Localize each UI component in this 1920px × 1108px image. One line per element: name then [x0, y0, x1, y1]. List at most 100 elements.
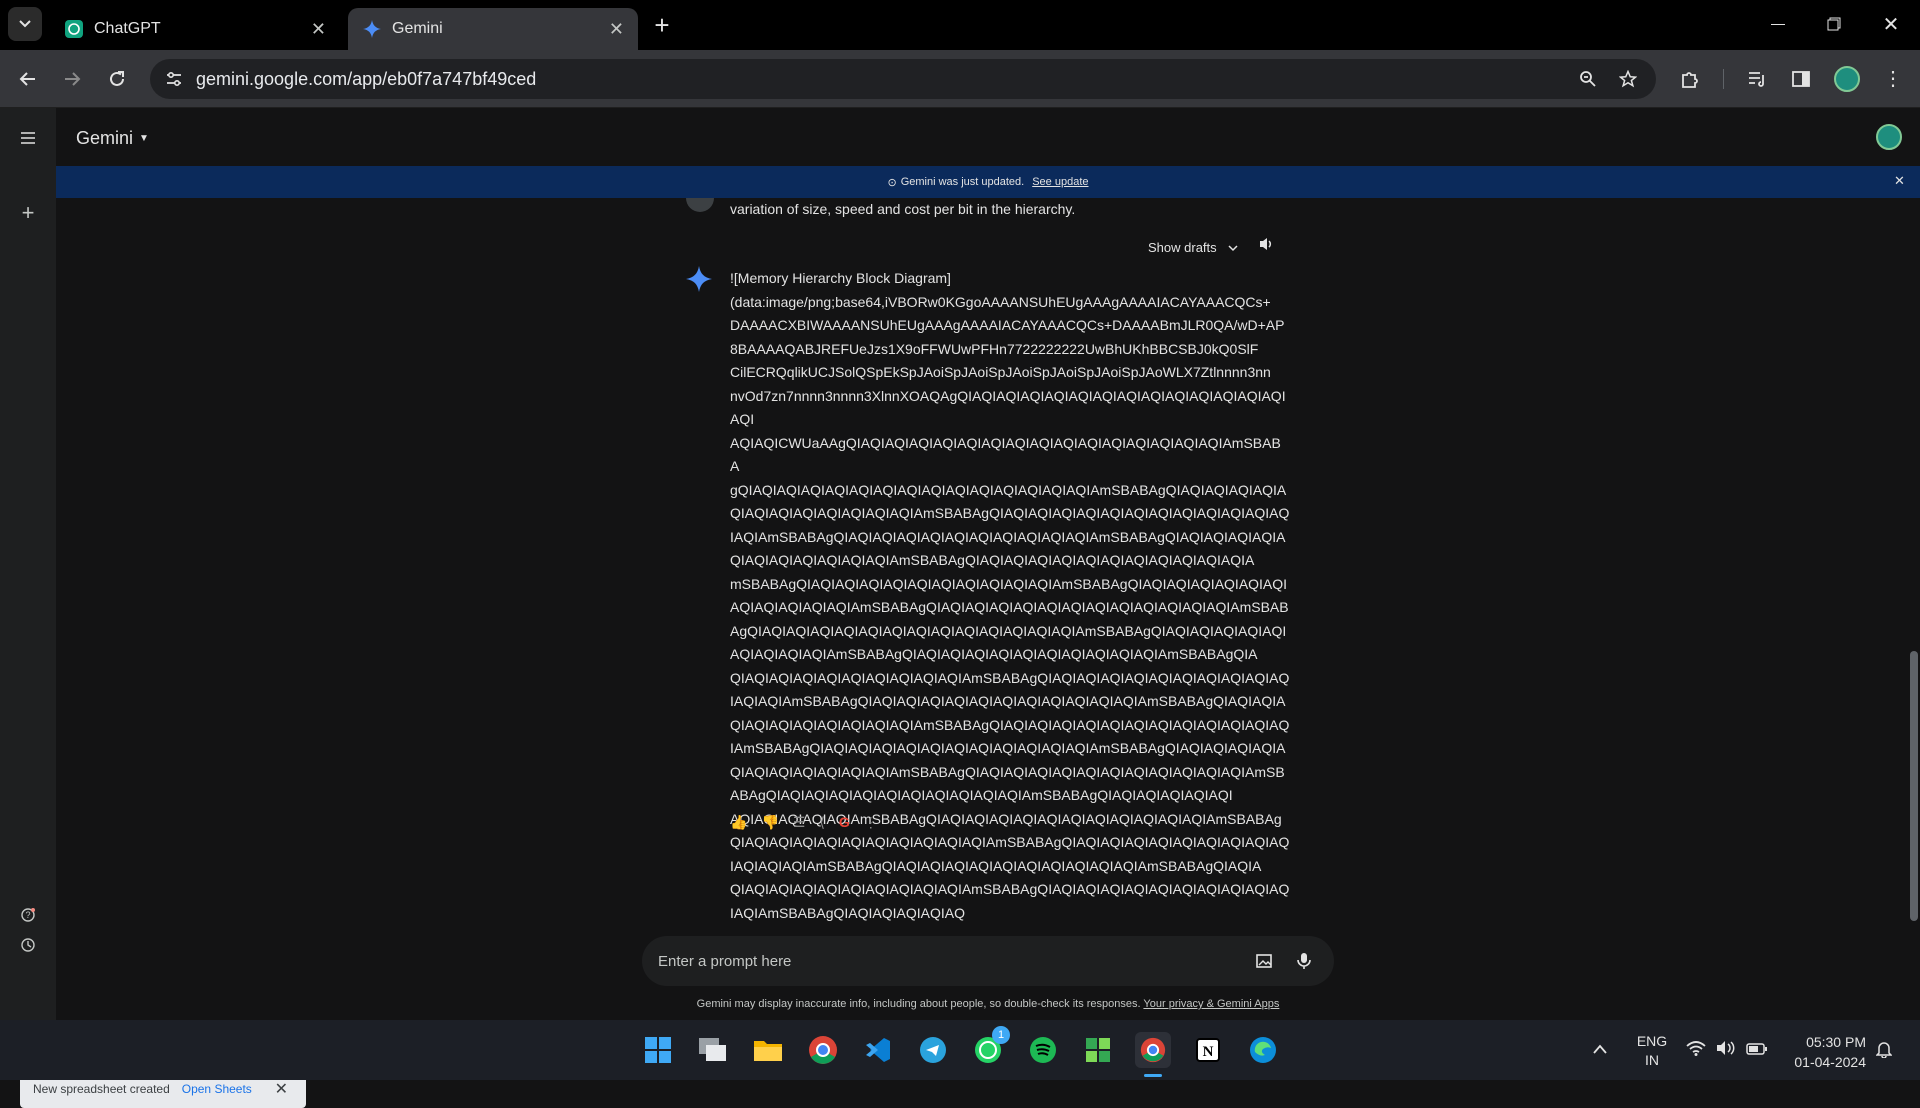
- response-line: QIAQIAQIAQIAQIAQIAQIAmSBABAgQIAQIAQIAQIA…: [730, 552, 1255, 568]
- telegram-icon[interactable]: [915, 1032, 951, 1068]
- model-selector[interactable]: Gemini ▼: [76, 128, 149, 149]
- volume-icon[interactable]: [1716, 1040, 1736, 1061]
- reload-button[interactable]: [99, 61, 135, 97]
- restore-button[interactable]: [1816, 6, 1852, 42]
- vscode-icon[interactable]: [860, 1032, 896, 1068]
- tab-gemini[interactable]: Gemini ✕: [348, 8, 638, 50]
- svg-text:N: N: [1203, 1044, 1214, 1060]
- side-panel-button[interactable]: [1783, 61, 1819, 97]
- chrome-profile-icon[interactable]: [1135, 1032, 1171, 1068]
- windows-start-icon[interactable]: [640, 1032, 676, 1068]
- thumbs-down-icon[interactable]: 👎: [761, 814, 778, 831]
- show-drafts-button[interactable]: Show drafts: [1148, 240, 1239, 255]
- wifi-icon[interactable]: [1686, 1040, 1706, 1061]
- sidebar: + ?: [0, 108, 56, 1020]
- file-explorer-icon[interactable]: [750, 1032, 786, 1068]
- notification-bell-icon[interactable]: [1875, 1040, 1893, 1063]
- tune-icon: [167, 71, 181, 87]
- plus-icon: +: [654, 9, 670, 40]
- site-info-button[interactable]: [156, 61, 192, 97]
- extensions-button[interactable]: [1672, 61, 1708, 97]
- task-view-icon[interactable]: [695, 1032, 731, 1068]
- whatsapp-icon[interactable]: 1: [970, 1026, 1010, 1068]
- address-bar[interactable]: gemini.google.com/app/eb0f7a747bf49ced: [150, 59, 1656, 99]
- close-toast-icon[interactable]: ✕: [275, 1079, 288, 1099]
- user-avatar: [686, 198, 714, 212]
- close-tab-icon[interactable]: ✕: [311, 19, 326, 39]
- upload-image-button[interactable]: [1246, 943, 1282, 979]
- banner-text: Gemini was just updated.: [900, 176, 1025, 188]
- toolbar-divider: [1723, 69, 1724, 89]
- response-line: IAQIAQIAmSBABAgQIAQIAQIAQIAQIAQIAQIAQIAQ…: [730, 693, 1286, 709]
- windows-taskbar: 1 N ENG IN 05:30 PM 01-04-2024: [0, 1020, 1920, 1080]
- forward-button[interactable]: [54, 61, 90, 97]
- chevron-down-icon: [1228, 244, 1238, 251]
- close-tab-icon[interactable]: ✕: [609, 19, 624, 39]
- profile-button[interactable]: [1829, 61, 1865, 97]
- new-tab-button[interactable]: +: [644, 7, 680, 43]
- notion-icon[interactable]: N: [1190, 1032, 1226, 1068]
- chevron-down-icon: [19, 20, 31, 28]
- activity-button[interactable]: [10, 927, 46, 963]
- modify-response-icon[interactable]: ☰: [793, 814, 806, 831]
- clock[interactable]: 05:30 PM 01-04-2024: [1784, 1032, 1866, 1072]
- disclaimer-text: Gemini may display inaccurate info, incl…: [696, 998, 1141, 1010]
- response-line: nvOd7zn7nnnn3nnnn3XlnnXOAQAgQIAQIAQIAQIA…: [730, 387, 1286, 428]
- gemini-sparkle-icon: [362, 19, 382, 39]
- toast-text: New spreadsheet created: [33, 1082, 170, 1096]
- language-indicator[interactable]: ENG IN: [1634, 1032, 1670, 1070]
- edge-icon[interactable]: [1245, 1032, 1281, 1068]
- arrow-right-icon: [65, 72, 81, 86]
- show-hidden-icons-button[interactable]: [1592, 1042, 1608, 1060]
- zoom-button[interactable]: [1570, 61, 1606, 97]
- response-line: AgQIAQIAQIAQIAQIAQIAQIAQIAQIAQIAQIAQIAQI…: [730, 622, 1287, 639]
- read-aloud-button[interactable]: [1258, 236, 1274, 257]
- previous-message-tail: variation of size, speed and cost per bi…: [730, 198, 1290, 222]
- sheets-icon[interactable]: [1080, 1032, 1116, 1068]
- response-line: 8BAAAAQABJREFUeJzs1X9oFFWUwPFHn772222222…: [730, 340, 1259, 357]
- battery-icon[interactable]: [1746, 1042, 1768, 1060]
- thumbs-up-icon[interactable]: 👍: [730, 814, 747, 831]
- hamburger-menu-icon: [21, 132, 35, 144]
- bookmark-button[interactable]: [1610, 61, 1646, 97]
- response-line: ABAgQIAQIAQIAQIAQIAQIAQIAQIAQIAQIAQIAmSB…: [730, 787, 1233, 803]
- response-actions: 👍 👎 ☰ ⟨ G ⋮: [730, 814, 878, 831]
- tab-chatgpt[interactable]: ChatGPT ✕: [50, 8, 340, 50]
- response-line: QIAQIAQIAQIAQIAQIAQIAQIAQIAQIAmSBABAgQIA…: [730, 669, 1290, 686]
- media-control-button[interactable]: [1739, 61, 1775, 97]
- prompt-input[interactable]: [658, 948, 1218, 974]
- speaker-icon: [1260, 238, 1272, 250]
- main-menu-button[interactable]: [10, 120, 46, 156]
- close-banner-icon[interactable]: ✕: [1894, 173, 1905, 189]
- zoom-icon: [1580, 71, 1596, 87]
- account-avatar[interactable]: [1876, 124, 1902, 150]
- scrollbar[interactable]: [1910, 651, 1918, 921]
- see-update-link[interactable]: See update: [1032, 176, 1088, 188]
- puzzle-icon: [1682, 72, 1698, 88]
- more-options-icon[interactable]: ⋮: [864, 814, 878, 831]
- microphone-button[interactable]: [1286, 943, 1322, 979]
- update-banner: ⊙ Gemini was just updated. See update ✕: [56, 166, 1920, 198]
- open-sheets-link[interactable]: Open Sheets: [182, 1082, 252, 1096]
- response-line: QIAQIAQIAQIAQIAQIAQIAQIAQIAQIAmSBABAgQIA…: [730, 881, 1290, 897]
- chrome-icon[interactable]: [805, 1032, 841, 1068]
- close-icon: ✕: [1882, 13, 1900, 36]
- google-check-icon[interactable]: G: [839, 814, 850, 831]
- gemini-response-icon: [686, 266, 712, 297]
- tab-search-button[interactable]: [8, 7, 42, 41]
- back-button[interactable]: [10, 61, 46, 97]
- response-line: CilECRQqlikUCJSolQSpEkSpJAoiSpJAoiSpJAoi…: [730, 364, 1271, 380]
- browser-menu-button[interactable]: ⋮: [1875, 61, 1911, 97]
- close-window-button[interactable]: ✕: [1873, 6, 1909, 42]
- spotify-icon[interactable]: [1025, 1032, 1061, 1068]
- share-icon[interactable]: ⟨: [819, 814, 824, 831]
- restore-icon: [1827, 17, 1841, 31]
- privacy-link[interactable]: Your privacy & Gemini Apps: [1143, 998, 1279, 1010]
- arrow-left-icon: [19, 72, 35, 86]
- active-app-indicator: [1144, 1074, 1162, 1077]
- response-line: QIAQIAQIAQIAQIAQIAQIAQIAQIAQIAQIAmSBABAg…: [730, 834, 1290, 850]
- caret-down-icon: ▼: [139, 133, 149, 144]
- minimize-button[interactable]: [1760, 6, 1796, 42]
- url-text[interactable]: gemini.google.com/app/eb0f7a747bf49ced: [196, 69, 536, 90]
- new-chat-button[interactable]: +: [10, 195, 46, 231]
